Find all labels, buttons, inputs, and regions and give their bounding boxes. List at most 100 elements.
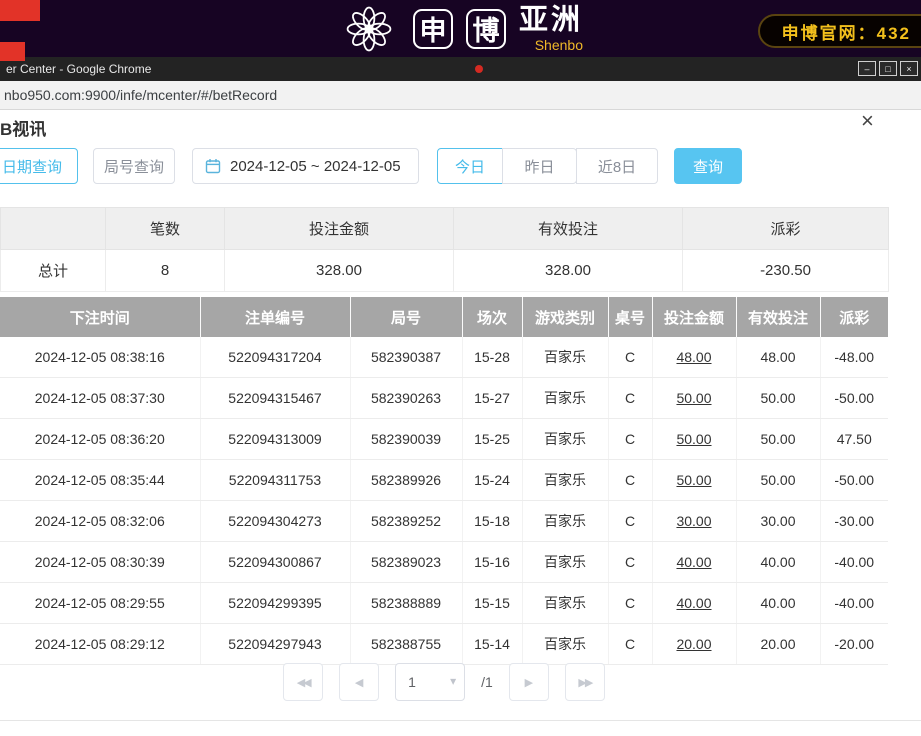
cell-bet-time: 2024-12-05 08:37:30 (0, 378, 200, 419)
date-range-input[interactable]: 2024-12-05 ~ 2024-12-05 (192, 148, 419, 184)
minimize-button[interactable]: – (858, 61, 876, 76)
cell-round-number: 582390039 (350, 419, 462, 460)
official-site-pill[interactable]: 申博官网：432 (758, 14, 921, 48)
cell-payout: -50.00 (820, 460, 888, 501)
bet-amount-link[interactable]: 40.00 (652, 583, 736, 624)
bet-amount-link[interactable]: 48.00 (652, 337, 736, 378)
cell-order-number: 522094299395 (200, 583, 350, 624)
cell-bet-time: 2024-12-05 08:35:44 (0, 460, 200, 501)
cell-order-number: 522094313009 (200, 419, 350, 460)
next-page-button[interactable]: ▶ (509, 663, 549, 701)
date-range-value: 2024-12-05 ~ 2024-12-05 (230, 158, 401, 175)
cell-session: 15-27 (462, 378, 522, 419)
col-header-payout: 派彩 (820, 297, 888, 337)
cell-session: 15-24 (462, 460, 522, 501)
close-icon[interactable]: × (861, 110, 874, 132)
first-page-button[interactable]: ◀◀ (283, 663, 323, 701)
screen: 申 博 亚洲 Shenbo 申博官网：432 er Center - Googl… (0, 0, 921, 736)
cell-order-number: 522094297943 (200, 624, 350, 665)
address-bar[interactable]: nbo950.com:9900/infe/mcenter/#/betRecord (0, 81, 921, 110)
cell-session: 15-28 (462, 337, 522, 378)
cell-bet-time: 2024-12-05 08:29:55 (0, 583, 200, 624)
maximize-button[interactable]: □ (879, 61, 897, 76)
bet-amount-link[interactable]: 50.00 (652, 378, 736, 419)
cell-table-number: C (608, 542, 652, 583)
window-title: er Center - Google Chrome (6, 62, 151, 76)
cell-order-number: 522094300867 (200, 542, 350, 583)
brand-latin: Shenbo (535, 38, 583, 52)
round-query-button[interactable]: 局号查询 (93, 148, 175, 184)
table-row: 2024-12-05 08:37:30 522094315467 5823902… (0, 378, 888, 419)
cell-payout: 47.50 (820, 419, 888, 460)
url-text[interactable]: nbo950.com:9900/infe/mcenter/#/betRecord (0, 87, 277, 103)
page-select[interactable]: 1 (395, 663, 465, 701)
table-row: 2024-12-05 08:30:39 522094300867 5823890… (0, 542, 888, 583)
table-row: 2024-12-05 08:29:55 522094299395 5823888… (0, 583, 888, 624)
cell-table-number: C (608, 460, 652, 501)
cell-valid-bet: 20.00 (736, 624, 820, 665)
section-title: B视讯 (0, 115, 46, 140)
table-row: 2024-12-05 08:32:06 522094304273 5823892… (0, 501, 888, 542)
cell-bet-time: 2024-12-05 08:29:12 (0, 624, 200, 665)
cell-game-type: 百家乐 (522, 337, 608, 378)
red-window-fragment-top (0, 0, 40, 21)
cell-payout: -50.00 (820, 378, 888, 419)
bet-amount-link[interactable]: 20.00 (652, 624, 736, 665)
summary-total-row: 总计 8 328.00 328.00 -230.50 (1, 250, 889, 292)
table-row: 2024-12-05 08:38:16 522094317204 5823903… (0, 337, 888, 378)
bet-amount-link[interactable]: 50.00 (652, 419, 736, 460)
bet-amount-link[interactable]: 30.00 (652, 501, 736, 542)
cell-valid-bet: 30.00 (736, 501, 820, 542)
cell-bet-time: 2024-12-05 08:36:20 (0, 419, 200, 460)
cell-order-number: 522094304273 (200, 501, 350, 542)
bet-amount-link[interactable]: 50.00 (652, 460, 736, 501)
cell-game-type: 百家乐 (522, 542, 608, 583)
col-header-round: 局号 (350, 297, 462, 337)
col-header-session: 场次 (462, 297, 522, 337)
red-dot-icon (475, 65, 483, 73)
cell-payout: -30.00 (820, 501, 888, 542)
col-header-bet: 投注金额 (652, 297, 736, 337)
yesterday-button[interactable]: 昨日 (502, 148, 577, 184)
cell-game-type: 百家乐 (522, 378, 608, 419)
brand-logo: 申 博 亚洲 Shenbo (338, 4, 583, 54)
brand-text: 亚洲 Shenbo (519, 6, 583, 52)
today-button[interactable]: 今日 (437, 148, 503, 184)
total-count: 8 (106, 250, 225, 292)
cell-game-type: 百家乐 (522, 419, 608, 460)
browser-titlebar: er Center - Google Chrome – □ × (0, 57, 921, 81)
close-window-button[interactable]: × (900, 61, 918, 76)
prev-page-button[interactable]: ◀ (339, 663, 379, 701)
col-header-game: 游戏类别 (522, 297, 608, 337)
cell-order-number: 522094317204 (200, 337, 350, 378)
filter-bar: 日期查询 局号查询 2024-12-05 ~ 2024-12-05 今日 昨日 … (0, 148, 742, 184)
total-label: 总计 (1, 250, 106, 292)
cell-valid-bet: 48.00 (736, 337, 820, 378)
bet-amount-link[interactable]: 40.00 (652, 542, 736, 583)
lotus-icon (338, 4, 400, 54)
cell-game-type: 百家乐 (522, 501, 608, 542)
cell-session: 15-14 (462, 624, 522, 665)
search-button[interactable]: 查询 (674, 148, 742, 184)
official-site-text: 申博官网：432 (782, 19, 911, 44)
cell-session: 15-16 (462, 542, 522, 583)
cell-payout: -48.00 (820, 337, 888, 378)
red-window-fragment-left (0, 42, 25, 61)
summary-header-blank (1, 208, 106, 250)
divider (0, 720, 921, 721)
last-page-button[interactable]: ▶▶ (565, 663, 605, 701)
cell-table-number: C (608, 419, 652, 460)
bet-table-header-row: 下注时间 注单编号 局号 场次 游戏类别 桌号 投注金额 有效投注 派彩 (0, 297, 888, 337)
total-bet-amount: 328.00 (225, 250, 454, 292)
cell-game-type: 百家乐 (522, 624, 608, 665)
cell-table-number: C (608, 583, 652, 624)
brand-region: 亚洲 (519, 6, 583, 35)
cell-bet-time: 2024-12-05 08:32:06 (0, 501, 200, 542)
cell-table-number: C (608, 378, 652, 419)
last8days-button[interactable]: 近8日 (576, 148, 658, 184)
cell-valid-bet: 40.00 (736, 583, 820, 624)
cell-valid-bet: 50.00 (736, 378, 820, 419)
summary-header-count: 笔数 (106, 208, 225, 250)
col-header-valid: 有效投注 (736, 297, 820, 337)
date-query-button[interactable]: 日期查询 (0, 148, 78, 184)
